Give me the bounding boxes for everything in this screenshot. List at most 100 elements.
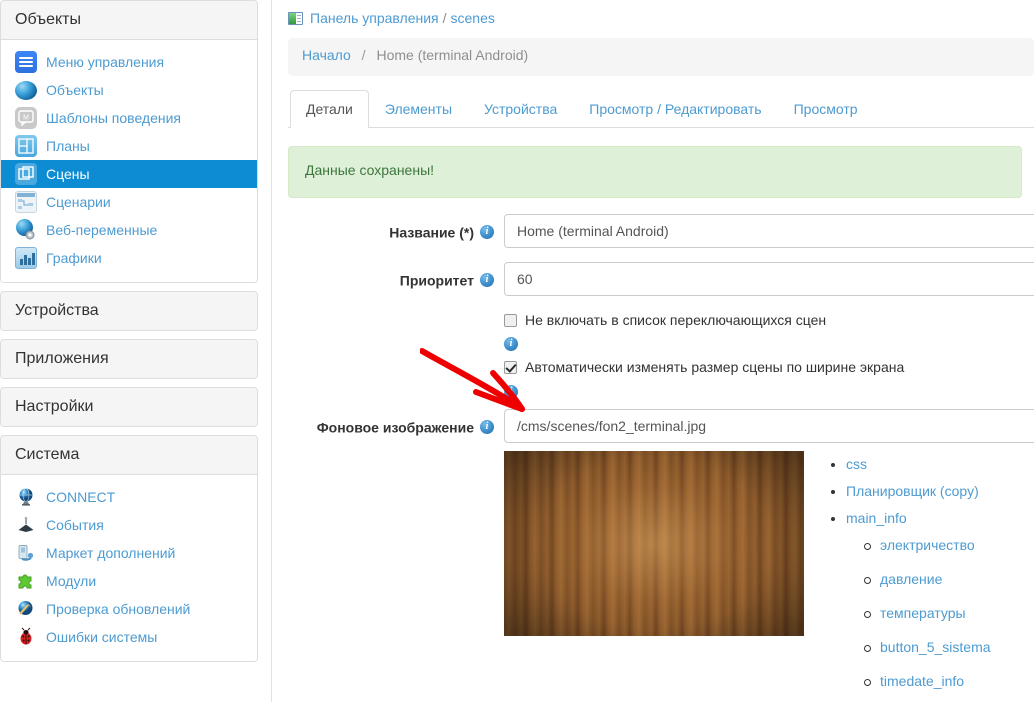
breadcrumb-home-link[interactable]: Начало [302, 47, 351, 63]
checkbox-row-autoresize: Автоматически изменять размер сцены по ш… [504, 357, 1034, 378]
scene-tree-list: css Планировщик (copy) main_info электри… [828, 455, 991, 690]
tree-link-css[interactable]: css [846, 456, 867, 472]
menu-icon [15, 51, 37, 73]
sidebar-item-objects[interactable]: Объекты [1, 76, 257, 104]
exclude-from-switch-list-label: Не включать в список переключающихся сце… [525, 310, 826, 331]
label-name-text: Название (*) [389, 224, 474, 240]
sidebar-item-web-variables[interactable]: Веб-переменные [1, 216, 257, 244]
list-item: button_5_sistema [846, 638, 991, 656]
exclude-info-wrap: i [504, 335, 1034, 351]
tree-link-davlenie[interactable]: давление [880, 571, 942, 587]
sidebar-item-events[interactable]: События [1, 511, 257, 539]
sidebar-item-addons-market[interactable]: Маркет дополнений [1, 539, 257, 567]
tab-devices[interactable]: Устройства [468, 90, 573, 128]
sidebar-item-modules[interactable]: Модули [1, 567, 257, 595]
sidebar-panel-header-system[interactable]: Система [1, 436, 257, 475]
sidebar-item-connect[interactable]: CONNECT [1, 483, 257, 511]
tab-view[interactable]: Просмотр [778, 90, 874, 128]
auto-resize-scene-checkbox[interactable] [504, 361, 517, 374]
info-icon[interactable]: i [504, 385, 518, 399]
tree-link-button-5-sistema[interactable]: button_5_sistema [880, 639, 991, 655]
form-row-priority: Приоритет i [276, 262, 1034, 296]
control-panel-link[interactable]: Панель управления [310, 10, 439, 26]
tab-elements[interactable]: Элементы [369, 90, 468, 128]
form-row-background-image: Фоновое изображениеi css Плани [276, 409, 1034, 702]
priority-input[interactable] [504, 262, 1034, 296]
success-alert: Данные сохранены! [288, 146, 1022, 198]
sidebar-item-control-menu[interactable]: Меню управления [1, 48, 257, 76]
sidebar-item-label: Объекты [46, 79, 104, 101]
field-priority [504, 262, 1034, 296]
label-autoresize-spacer [276, 357, 504, 365]
list-item: Планировщик (copy) [828, 482, 991, 500]
topbar: Панель управления / scenes [276, 0, 1034, 28]
sidebar-panel-header-objects[interactable]: Объекты [1, 1, 257, 40]
sidebar-item-label: Планы [46, 135, 90, 157]
label-priority-text: Приоритет [400, 272, 474, 288]
sidebar-item-plans[interactable]: Планы [1, 132, 257, 160]
list-item: электричество [846, 536, 991, 554]
sidebar-item-label: Модули [46, 570, 96, 592]
tree-link-temperatury[interactable]: температуры [880, 605, 966, 621]
sidebar-item-updates-check[interactable]: Проверка обновлений [1, 595, 257, 623]
sidebar-item-label: Веб-переменные [46, 219, 157, 241]
sidebar-divider [271, 0, 272, 702]
sidebar-item-label: Ошибки системы [46, 626, 157, 648]
tab-details[interactable]: Детали [290, 90, 369, 128]
info-icon[interactable]: i [504, 337, 518, 351]
tree-link-timedate-info[interactable]: timedate_info [880, 673, 964, 689]
name-input[interactable] [504, 214, 1034, 248]
auto-resize-scene-label: Автоматически изменять размер сцены по ш… [525, 357, 904, 378]
globe-icon [15, 486, 37, 508]
sidebar-item-label: События [46, 514, 104, 536]
sidebar-item-label: Сценарии [46, 191, 111, 213]
sidebar-item-label: CONNECT [46, 486, 115, 508]
background-image-input[interactable] [504, 409, 1034, 443]
tree-link-planner-copy[interactable]: Планировщик (copy) [846, 483, 979, 499]
sidebar-panel-body-objects: Меню управления Объекты M Шаблоны поведе… [1, 40, 257, 282]
section-link-scenes[interactable]: scenes [451, 10, 495, 26]
tree-link-main-info[interactable]: main_info [846, 510, 907, 526]
list-item: css [828, 455, 991, 473]
background-image-thumbnail[interactable] [504, 451, 804, 636]
breadcrumb: Начало / Home (terminal Android) [288, 38, 1034, 76]
field-name [504, 214, 1034, 248]
sidebar-item-label: Сцены [46, 163, 90, 185]
puzzle-icon [15, 570, 37, 592]
sidebar-item-label: Меню управления [46, 51, 164, 73]
sidebar-item-label: Графики [46, 247, 102, 269]
sidebar-item-scripts[interactable]: Сценарии [1, 188, 257, 216]
list-item: давление [846, 570, 991, 588]
scene-tree-sublist: электричество давление температуры butto… [846, 536, 991, 690]
charts-icon [15, 247, 37, 269]
scripts-icon [15, 191, 37, 213]
tree-link-elektrichestvo[interactable]: электричество [880, 537, 975, 553]
sidebar-panel-header-devices[interactable]: Устройства [1, 292, 257, 330]
sidebar-item-scenes[interactable]: Сцены [1, 160, 257, 188]
sidebar-item-system-errors[interactable]: Ошибки системы [1, 623, 257, 651]
info-icon[interactable]: i [480, 420, 494, 434]
info-icon[interactable]: i [480, 273, 494, 287]
sidebar-panel-body-system: CONNECT События Маркет дополнений [1, 475, 257, 661]
sidebar-item-charts[interactable]: Графики [1, 244, 257, 272]
plans-icon [15, 135, 37, 157]
field-autoresize: Автоматически изменять размер сцены по ш… [504, 357, 1034, 398]
sidebar-item-behavior-templates[interactable]: M Шаблоны поведения [1, 104, 257, 132]
sphere-icon [15, 81, 37, 100]
info-icon[interactable]: i [480, 225, 494, 239]
checkbox-row-exclude: Не включать в список переключающихся сце… [504, 310, 1034, 331]
sidebar-panel-header-applications[interactable]: Приложения [1, 340, 257, 378]
svg-text:M: M [23, 115, 29, 122]
exclude-from-switch-list-checkbox[interactable] [504, 314, 517, 327]
sidebar-item-label: Шаблоны поведения [46, 107, 181, 129]
tab-view-edit[interactable]: Просмотр / Редактировать [573, 90, 777, 128]
sidebar-panel-devices: Устройства [0, 291, 258, 331]
form-row-autoresize-checkbox: Автоматически изменять размер сцены по ш… [276, 357, 1034, 398]
list-item: main_info электричество давление темпера… [828, 509, 991, 690]
sidebar-panel-objects: Объекты Меню управления Объекты M Шаблон… [0, 0, 258, 283]
sidebar-panel-header-settings[interactable]: Настройки [1, 388, 257, 426]
list-item: температуры [846, 604, 991, 622]
tab-bar: Детали Элементы Устройства Просмотр / Ре… [288, 90, 1034, 128]
autoresize-info-wrap: i [504, 382, 1034, 398]
sidebar: Объекты Меню управления Объекты M Шаблон… [0, 0, 264, 702]
